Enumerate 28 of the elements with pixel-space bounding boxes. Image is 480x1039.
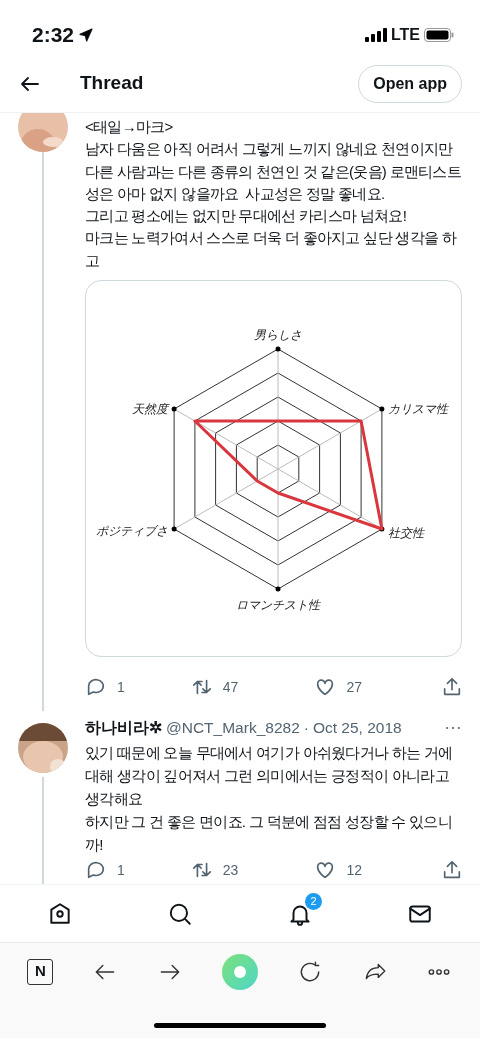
notification-badge: 2 (305, 892, 322, 910)
clock-time: 2:32 (32, 21, 75, 48)
like-count: 12 (346, 860, 362, 880)
axis-label: カリスマ性 (387, 402, 448, 417)
axis-label: 社交性 (387, 526, 424, 541)
app-logo[interactable]: N (27, 958, 54, 985)
separator-dot: · (303, 718, 309, 739)
reply-count: 1 (117, 860, 125, 880)
page-title: Thread (80, 71, 144, 96)
retweet-count: 47 (222, 677, 239, 697)
axis-label: 男らしさ (254, 328, 302, 343)
location-arrow-icon (78, 26, 95, 43)
tweet-text: 있기 때문에 오늘 무대에서 여기가 아쉬웠다거나 하는 거에 대해 생각이 깊어져서 그런 의미에서는 긍정적이 아니라고 생각해요 하지만 그 건 좋은 면이죠. 그 덕분에 점점 성장할 수 있으니까! (85, 743, 454, 856)
tweet-text: <태일→마크> 남자 다움은 아직 어려서 그렇게 느끼지 않네요 천연이지만 다른 사람과는 다른 종류의 천연인 것 같은(웃음) 로맨티스트성은 아마 없지 않을까요 사교성은 정말 좋네요. 그리고 평소에는 없지만 무대에선 카리스마 넘쳐요! 마크는 노력가여서 스스로 더욱 더 좋아지고 싶단 생각을 하고 (85, 117, 463, 271)
author-name[interactable]: 하나비라✲ (85, 716, 162, 740)
retweet-count: 23 (222, 860, 239, 880)
battery-icon (424, 27, 454, 42)
axis-label: ポジティブさ (96, 524, 169, 539)
axis-label: ロマンチスト性 (236, 598, 320, 613)
home-icon[interactable] (47, 900, 73, 927)
signal-icon (364, 27, 387, 42)
post-date[interactable]: Oct 25, 2018 (312, 716, 402, 740)
open-app-button[interactable]: Open app (358, 64, 462, 103)
reply-count: 1 (117, 677, 125, 697)
like-count: 27 (346, 677, 362, 697)
axis-label: 天然度 (132, 402, 169, 417)
network-label: LTE (390, 24, 420, 45)
author-handle[interactable]: @NCT_Mark_8282 (166, 716, 300, 740)
